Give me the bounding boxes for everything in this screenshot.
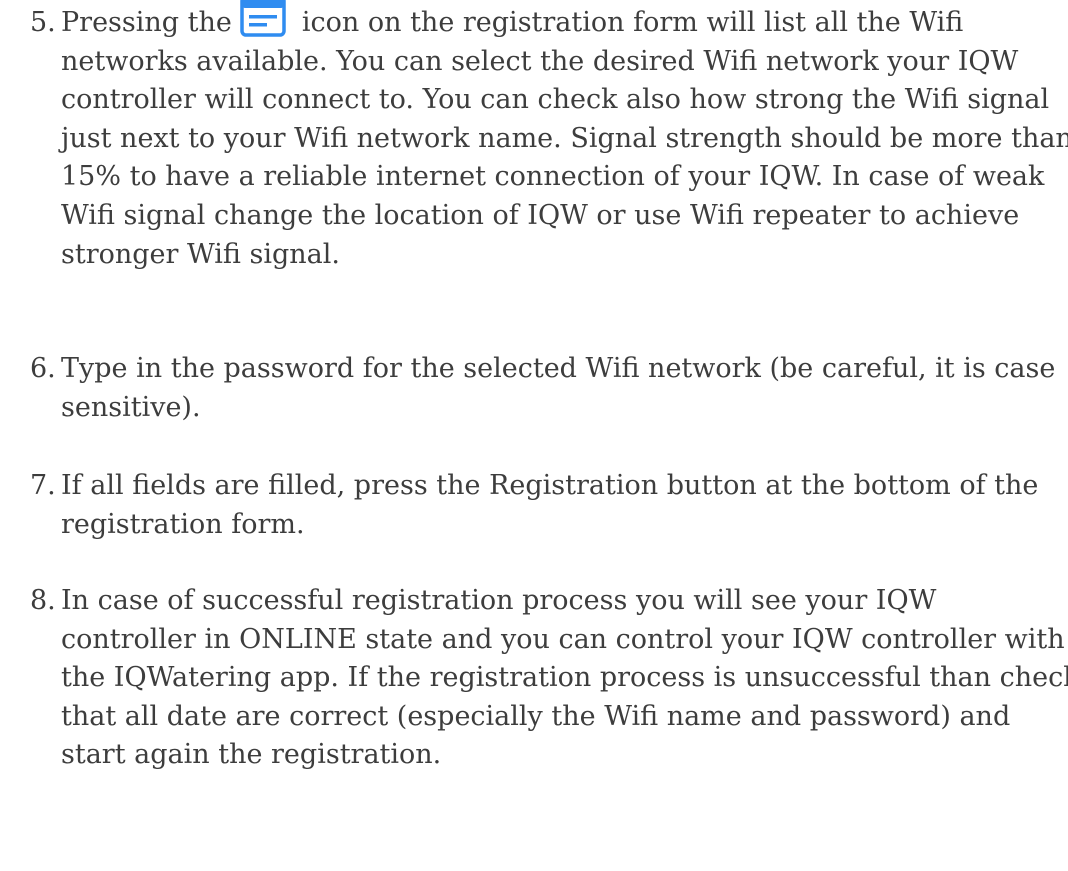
step-text: Pressing the icon on the registration fo… [61, 0, 1068, 274]
step-line: networks available. You can select the d… [61, 45, 1019, 77]
step-line: controller will connect to. You can chec… [61, 84, 1050, 116]
step-line: just next to your Wifi network name. Sig… [61, 122, 1068, 154]
step-text-before-icon: Pressing the [61, 7, 232, 38]
step-line: Wifi signal change the location of IQW o… [61, 199, 1020, 231]
step-text: Type in the password for the selected Wi… [61, 350, 1068, 427]
step-line: sensitive). [61, 391, 201, 423]
step-line: In case of successful registration proce… [61, 585, 937, 616]
step-line: 15% to have a reliable internet connecti… [61, 161, 1045, 193]
list-item-step-6: 6. Type in the password for the selected… [0, 350, 1068, 430]
list-item-step-5: 5. Pressing the icon on the registration… [0, 0, 1068, 284]
step-line: Type in the password for the selected Wi… [61, 353, 1056, 384]
step-number: 5. [30, 7, 56, 38]
step-line: the IQWatering app. If the registration … [61, 662, 1068, 694]
step-line-text: icon on the registration form will list … [301, 7, 964, 38]
step-line: stronger Wifi signal. [61, 238, 340, 270]
list-item-step-7: 7. If all fields are filled, press the R… [0, 467, 1068, 547]
step-line: controller in ONLINE state and you can c… [61, 623, 1065, 655]
document-page: 5. Pressing the icon on the registration… [0, 0, 1068, 871]
step-line: registration form. [61, 508, 305, 540]
step-number: 8. [30, 585, 56, 616]
list-item-step-8: 8. In case of successful registration pr… [0, 582, 1068, 782]
step-text: If all fields are filled, press the Regi… [61, 467, 1068, 544]
step-text: In case of successful registration proce… [61, 582, 1068, 775]
step-number: 7. [30, 470, 56, 501]
step-line: that all date are correct (especially th… [61, 700, 1011, 732]
step-line: Pressing the icon on the registration fo… [61, 0, 1068, 43]
network-list-icon [232, 0, 302, 42]
step-line: start again the registration. [61, 739, 442, 771]
step-line: If all fields are filled, press the Regi… [61, 470, 1039, 501]
step-number: 6. [30, 353, 56, 384]
